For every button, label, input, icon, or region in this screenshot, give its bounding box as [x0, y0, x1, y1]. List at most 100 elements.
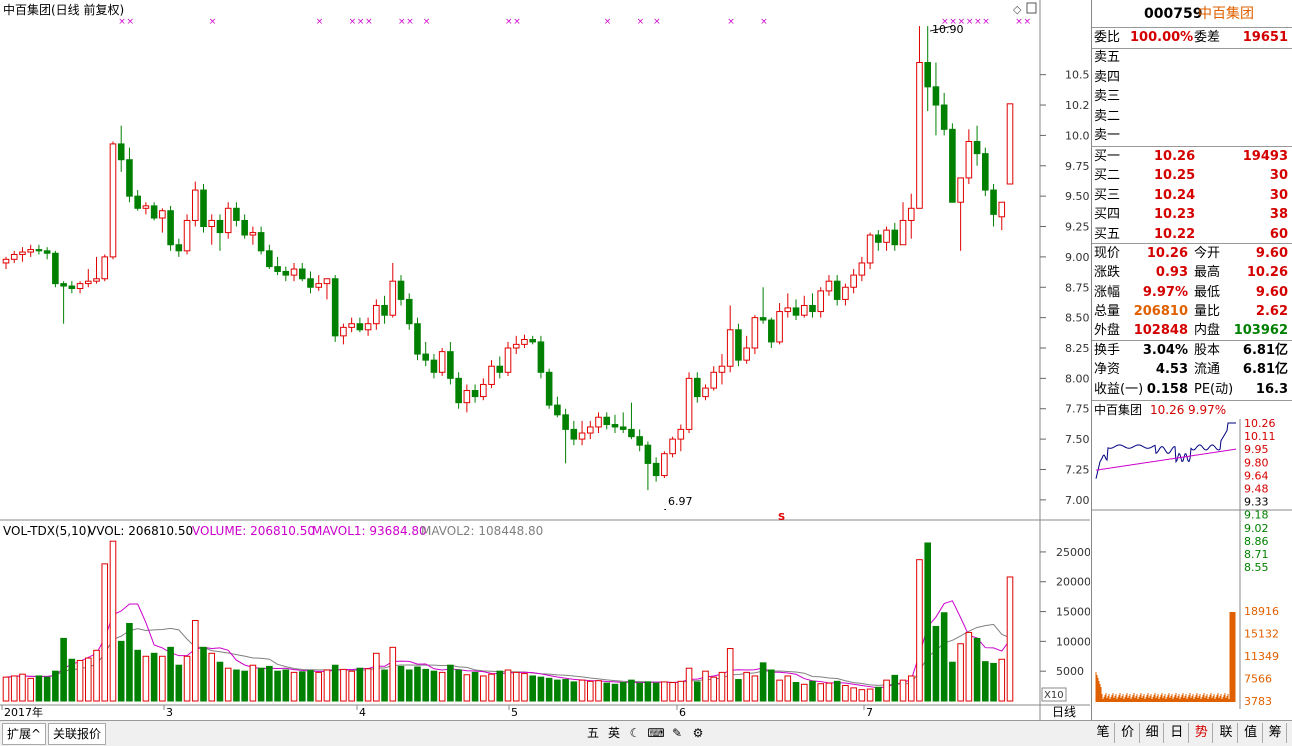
- stat-label: 总量: [1094, 303, 1121, 319]
- pen-icon[interactable]: ✎: [668, 724, 686, 742]
- volume-bar: [422, 668, 430, 702]
- moon-icon[interactable]: ☾: [626, 724, 644, 742]
- volume-bar: [907, 675, 915, 702]
- mini-price-tick: 8.86: [1244, 535, 1269, 548]
- volume-bar: [10, 675, 18, 702]
- tab-expand[interactable]: 扩展^: [2, 723, 47, 745]
- stat-label: 今开: [1194, 246, 1221, 261]
- right-tab[interactable]: 价: [1117, 723, 1140, 743]
- volume-bar: [940, 612, 948, 702]
- volume-bar: [68, 658, 76, 702]
- volume-bar: [932, 625, 940, 702]
- volume-bar: [216, 661, 224, 702]
- volume-bar: [496, 670, 504, 702]
- signal-marker: ×: [1015, 17, 1023, 27]
- price-tick-label: 9.00: [1065, 251, 1090, 264]
- mini-volume-tick: 11349: [1244, 650, 1279, 663]
- english-input-icon[interactable]: 英: [605, 724, 623, 742]
- volume-bar: [93, 649, 100, 702]
- candle: [101, 254, 109, 282]
- stat-value: 102848: [1133, 323, 1188, 339]
- volume-bar: [578, 679, 586, 702]
- volume-tick-label: 20000: [1056, 576, 1090, 589]
- right-tab[interactable]: 值: [1240, 723, 1263, 743]
- volume-bar: [167, 646, 174, 702]
- kline-chart[interactable]: 10.50 10.25 10.00 9.75 9.50 9.25 9.00 8.75 8.50 8…: [0, 0, 1090, 720]
- buy-level-price: 10.25: [1154, 168, 1196, 184]
- right-tab[interactable]: 细: [1141, 723, 1165, 743]
- buy-level-row: 买二 10.25 30: [1092, 166, 1292, 186]
- volume-bar: [644, 681, 652, 702]
- settings-diamond-icon[interactable]: ◇: [1013, 3, 1022, 16]
- volume-bar: [554, 679, 561, 702]
- buy-level-row: 买五 10.22 60: [1092, 225, 1292, 245]
- stat-value: 103962: [1233, 323, 1288, 339]
- stat-label: 现价: [1094, 246, 1121, 261]
- candle: [1006, 103, 1014, 185]
- right-tab[interactable]: 日: [1166, 723, 1189, 743]
- volume-bar: [455, 669, 462, 702]
- volume-bar: [249, 664, 257, 702]
- candle: [183, 214, 191, 255]
- settings-icon[interactable]: ⚙: [689, 724, 707, 742]
- volume-bar: [949, 661, 956, 702]
- price-tick-label: 8.25: [1065, 342, 1090, 355]
- intraday-mini-chart[interactable]: 10.2610.119.959.809.649.489.339.189.028.…: [1092, 419, 1292, 719]
- volume-bar: [159, 655, 166, 702]
- volume-bar: [126, 622, 133, 702]
- buy-level-price: 10.26: [1154, 149, 1196, 164]
- stat-value: 2.62: [1255, 303, 1288, 319]
- volume-bar: [973, 637, 981, 702]
- date-axis-label: 4: [359, 706, 366, 719]
- signal-marker: ×: [760, 17, 768, 27]
- volume-bar: [340, 668, 347, 702]
- volume-bar: [298, 671, 306, 702]
- volume-bar: [521, 673, 528, 702]
- volume-bar: [282, 669, 290, 702]
- volume-bar: [702, 670, 709, 702]
- right-tab[interactable]: 势: [1190, 723, 1214, 743]
- candle: [751, 315, 759, 355]
- quote-stat-row: 涨跌 0.93 最高 10.26: [1092, 263, 1292, 283]
- volume-tick-label: 15000: [1056, 606, 1090, 619]
- price-tick-label: 8.50: [1065, 312, 1090, 325]
- buy-level-row: 买四 10.23 38: [1092, 205, 1292, 225]
- mini-price-tick: 9.48: [1244, 483, 1269, 496]
- signal-marker: ×: [126, 17, 134, 27]
- volume-bar: [850, 687, 857, 702]
- volume-bar: [504, 669, 512, 702]
- date-axis-label: 5: [511, 706, 518, 719]
- mini-price-tick: 9.80: [1244, 456, 1269, 469]
- right-tab[interactable]: 筹: [1264, 723, 1288, 743]
- volume-bar: [364, 668, 372, 702]
- volume-bar: [965, 631, 973, 702]
- buy-level-label: 买三: [1094, 187, 1121, 203]
- volume-bar: [1006, 576, 1014, 702]
- candle: [661, 451, 668, 478]
- zoom-x10-label[interactable]: X10: [1044, 690, 1064, 701]
- volume-bar: [480, 675, 487, 702]
- signal-marker: ×: [727, 17, 735, 27]
- five-button[interactable]: 五: [584, 724, 602, 742]
- volume-bar: [397, 665, 405, 702]
- volume-bar: [726, 648, 734, 702]
- right-tab[interactable]: 联: [1215, 723, 1238, 743]
- volume-bar: [512, 671, 520, 702]
- signal-marker: ×: [505, 17, 513, 27]
- quote-stat-row: 总量 206810 量比 2.62: [1092, 302, 1292, 322]
- keyboard-icon[interactable]: ⌨: [647, 724, 665, 742]
- right-tab[interactable]: 笔: [1092, 723, 1115, 743]
- buy-level-volume: 19493: [1242, 149, 1288, 164]
- period-label[interactable]: 日线: [1052, 705, 1076, 719]
- volume-bar: [348, 670, 355, 702]
- mini-price-tick: 8.71: [1244, 548, 1269, 561]
- buy-level-label: 买五: [1094, 226, 1121, 242]
- mini-volume-tick: 3783: [1244, 695, 1272, 708]
- tab-related-quote[interactable]: 关联报价: [48, 723, 107, 745]
- signal-marker: ×: [316, 17, 324, 27]
- volume-bar: [463, 674, 471, 702]
- bottom-toolbar: 扩展^ 关联报价 五英 ☾ ⌨ ✎ ⚙ 笔价细日势联值筹: [0, 720, 1292, 746]
- buy-level-price: 10.23: [1154, 207, 1196, 223]
- volume-bar: [545, 677, 553, 702]
- stat-label: 最低: [1194, 284, 1221, 300]
